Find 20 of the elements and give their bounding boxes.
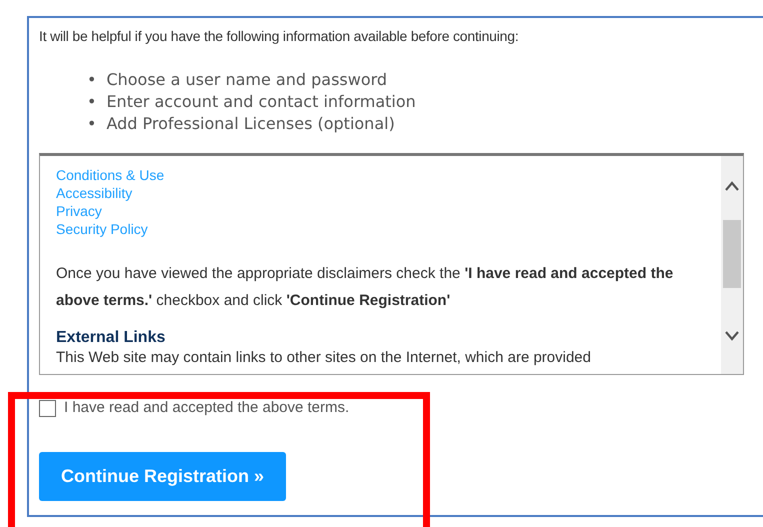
intro-text: It will be helpful if you have the following information available before continuing:	[39, 27, 520, 46]
checkbox-label: I have read and accepted the above terms.	[64, 398, 350, 418]
checklist-item: Enter account and contact information	[106, 91, 416, 113]
checklist-item: Choose a user name and password	[106, 69, 388, 91]
scroll-up-icon[interactable]	[724, 180, 740, 192]
bullet-marker: •	[87, 91, 96, 113]
instruction-text: Once you have viewed the appropriate disclaimers check the 'I have read and accepted the above terms.' checkbox and click 'Continue Registration'	[56, 264, 674, 311]
bullet-marker: •	[87, 69, 96, 91]
policy-link[interactable]: Security Policy	[56, 220, 148, 238]
section-text: This Web site may contain links to other sites on the Internet, which are provided	[56, 348, 592, 368]
policy-link[interactable]: Conditions & Use	[56, 166, 164, 184]
section-heading: External Links	[56, 328, 166, 348]
checklist-item: Add Professional Licenses (optional)	[106, 113, 395, 135]
bullet-marker: •	[87, 113, 96, 135]
scrollbar-thumb[interactable]	[723, 220, 741, 288]
terms-checkbox[interactable]	[39, 400, 56, 417]
continue-registration-button[interactable]: Continue Registration »	[39, 452, 286, 500]
policy-link[interactable]: Privacy	[56, 202, 102, 220]
policy-link[interactable]: Accessibility	[56, 184, 132, 202]
scroll-down-icon[interactable]	[724, 330, 740, 342]
